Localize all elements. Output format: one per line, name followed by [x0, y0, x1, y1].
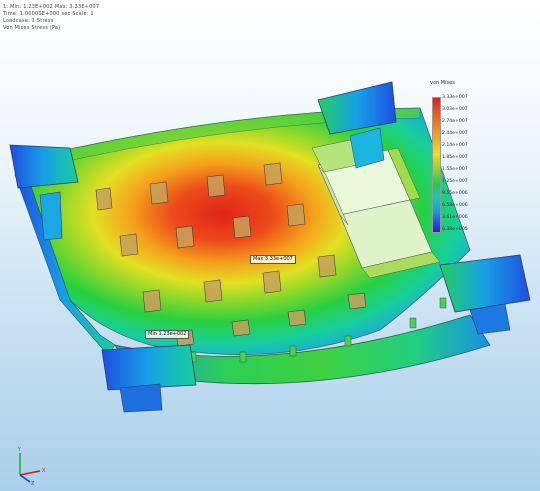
- color-legend: von Mises 3.33e+007 3.03e+007 2.74e+007 …: [428, 80, 476, 238]
- left-lower-support: [101, 344, 197, 391]
- info-line-1: 1: Min: 1.23E+002 Max: 3.33E+007: [3, 4, 100, 10]
- legend-label: 3.33e+007: [442, 95, 468, 100]
- legend-label: 3.61e+006: [442, 215, 468, 220]
- fea-stress-contour-model[interactable]: [0, 0, 540, 491]
- min-probe-label: Min 1.23e+002: [145, 330, 190, 339]
- info-line-3: Loadcase: 1 Stress: [3, 18, 54, 24]
- x-axis-label: X: [42, 468, 46, 474]
- legend-label: 1.85e+007: [442, 155, 468, 160]
- graphics-viewport[interactable]: 1: Min: 1.23E+002 Max: 3.33E+007 Time: 1…: [0, 0, 540, 491]
- axis-triad: X Y Z: [17, 447, 46, 485]
- info-line-4: Von Mises Stress (Pa): [3, 25, 61, 31]
- y-axis-label: Y: [17, 447, 22, 453]
- legend-label: 6.58e+006: [442, 203, 468, 208]
- legend-label: 2.14e+007: [442, 143, 468, 148]
- legend-label: 9.55e+006: [442, 191, 468, 196]
- info-line-2: Time: 1.00000E+000 sec Scale: 1: [3, 11, 94, 17]
- legend-label: 1.55e+007: [442, 167, 468, 172]
- legend-label: 1.25e+007: [442, 179, 468, 184]
- max-probe-label: Max 3.33e+007: [250, 255, 296, 264]
- legend-title: von Mises: [430, 80, 455, 86]
- legend-color-bar: [432, 97, 441, 233]
- legend-label: 2.74e+007: [442, 119, 468, 124]
- legend-label: 2.44e+007: [442, 131, 468, 136]
- right-lower-support: [439, 254, 531, 313]
- legend-label: 6.38e+005: [442, 227, 468, 232]
- x-axis-icon: [19, 470, 41, 476]
- z-axis-label: Z: [31, 481, 35, 485]
- z-axis-icon: [19, 474, 31, 483]
- left-upper-support: [9, 144, 79, 189]
- legend-label: 3.03e+007: [442, 107, 468, 112]
